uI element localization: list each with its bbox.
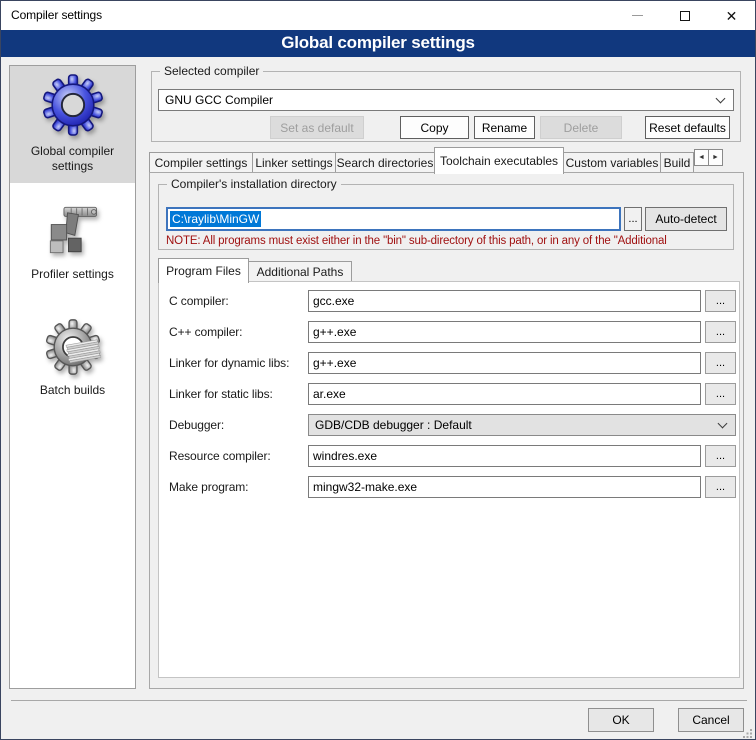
chevron-down-icon [718,418,728,428]
tab-scroll-right-button[interactable]: ► [708,149,723,166]
resource-compiler-row: Resource compiler:... [169,445,739,467]
make-program-label: Make program: [169,480,308,494]
tab-compiler-settings[interactable]: Compiler settings [149,152,253,173]
autodetect-button[interactable]: Auto-detect [645,207,727,231]
sidebar-item-label: Batch builds [18,383,128,399]
c-compiler-input[interactable] [308,290,701,312]
make-program-row: Make program:... [169,476,739,498]
tab-scroll-left-icon: ◄ [698,154,705,161]
sidebar-item-global-compiler-settings[interactable]: Global compiler settings [10,66,135,183]
c-compiler-label: C compiler: [169,294,308,308]
install-dir-input[interactable]: C:\raylib\MinGW [166,207,621,231]
window-title: Compiler settings [11,8,102,22]
resource-compiler-browse-button[interactable]: ... [705,445,736,467]
subtab-additional-paths[interactable]: Additional Paths [248,261,352,282]
debugger-label: Debugger: [169,418,308,432]
debugger-select[interactable]: GDB/CDB debugger : Default [308,414,736,436]
c-compiler-row: C compiler:... [169,290,739,312]
sidebar-item-label: Profiler settings [18,267,128,283]
resource-compiler-input[interactable] [308,445,701,467]
compiler-select[interactable]: GNU GCC Compiler [158,89,734,111]
linker-for-static-libs-input[interactable] [308,383,701,405]
ok-button[interactable]: OK [588,708,654,732]
resize-grip[interactable] [742,726,753,737]
dialog-header: Global compiler settings [1,30,755,57]
maximize-icon [680,11,690,21]
install-dir-group: Compiler's installation directory C:\ray… [158,184,734,250]
toolchain-executables-panel: Compiler's installation directory C:\ray… [149,172,744,689]
tab-build[interactable]: Build [660,152,694,173]
tab-linker-settings[interactable]: Linker settings [252,152,336,173]
toolchain-subtabs: Program FilesAdditional Paths [158,257,352,282]
c-compiler-input[interactable] [308,321,701,343]
selected-compiler-group-label: Selected compiler [160,64,263,78]
debugger-row: Debugger: GDB/CDB debugger : Default [169,414,739,436]
install-dir-note: NOTE: All programs must exist either in … [166,235,729,247]
make-program-input[interactable] [308,476,701,498]
close-button[interactable]: ✕ [708,1,755,30]
profiler-caliper-icon [44,201,102,264]
sidebar-item-profiler-settings[interactable]: Profiler settings [10,183,135,300]
debugger-select-value: GDB/CDB debugger : Default [315,418,472,432]
chevron-down-icon [716,93,726,103]
selected-compiler-group: Selected compiler GNU GCC Compiler Set a… [151,71,741,142]
linker-for-static-libs-label: Linker for static libs: [169,387,308,401]
linker-for-dynamic-libs-browse-button[interactable]: ... [705,352,736,374]
minimize-icon [632,15,643,16]
c-compiler-label: C++ compiler: [169,325,308,339]
tab-toolchain-executables[interactable]: Toolchain executables [434,147,564,174]
titlebar: Compiler settings ✕ [1,1,755,30]
settings-category-list: Global compiler settings Profiler settin… [9,65,136,689]
c-compiler-row: C++ compiler:... [169,321,739,343]
install-dir-selected-text: C:\raylib\MinGW [170,211,261,227]
cancel-button[interactable]: Cancel [678,708,744,732]
install-dir-browse-button[interactable]: ... [624,207,642,231]
close-icon: ✕ [726,9,738,23]
footer-divider [11,700,747,701]
make-program-browse-button[interactable]: ... [705,476,736,498]
compiler-select-value: GNU GCC Compiler [165,93,273,107]
tab-custom-variables[interactable]: Custom variables [563,152,661,173]
linker-for-static-libs-row: Linker for static libs:... [169,383,739,405]
linker-for-static-libs-browse-button[interactable]: ... [705,383,736,405]
linker-for-dynamic-libs-input[interactable] [308,352,701,374]
tab-search-directories[interactable]: Search directories [335,152,435,173]
gray-gear-stack-icon [45,319,101,380]
c-compiler-browse-button[interactable]: ... [705,321,736,343]
delete-button[interactable]: Delete [540,116,622,139]
blue-gear-icon [42,74,104,141]
maximize-button[interactable] [661,1,708,30]
c-compiler-browse-button[interactable]: ... [705,290,736,312]
sidebar-item-label: Global compiler settings [18,144,128,175]
linker-for-dynamic-libs-row: Linker for dynamic libs:... [169,352,739,374]
settings-tabstrip: Compiler settingsLinker settingsSearch d… [149,147,746,173]
reset-defaults-button[interactable]: Reset defaults [645,116,730,139]
subtab-program-files[interactable]: Program Files [158,258,249,283]
compiler-settings-window: Compiler settings ✕ Global compiler sett… [0,0,756,740]
copy-button[interactable]: Copy [400,116,469,139]
tab-scroll-right-icon: ► [712,154,719,161]
resource-compiler-label: Resource compiler: [169,449,308,463]
program-files-page: C compiler:...C++ compiler:...Linker for… [158,281,740,678]
linker-for-dynamic-libs-label: Linker for dynamic libs: [169,356,308,370]
minimize-button[interactable] [614,1,661,30]
set-as-default-button[interactable]: Set as default [270,116,364,139]
tab-scroll-left-button[interactable]: ◄ [694,149,709,166]
sidebar-item-batch-builds[interactable]: Batch builds [10,300,135,417]
rename-button[interactable]: Rename [474,116,535,139]
install-dir-group-label: Compiler's installation directory [167,177,341,191]
window-controls: ✕ [614,1,755,30]
